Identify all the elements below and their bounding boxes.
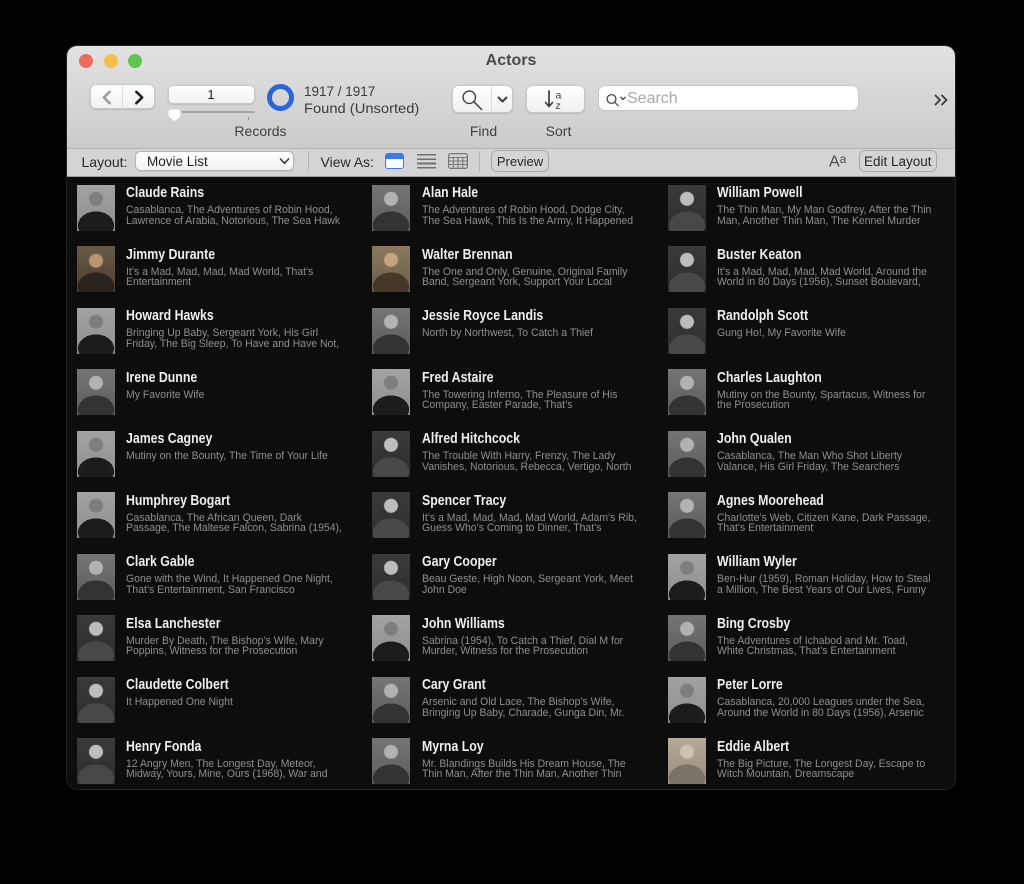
svg-text:z: z — [556, 100, 561, 110]
